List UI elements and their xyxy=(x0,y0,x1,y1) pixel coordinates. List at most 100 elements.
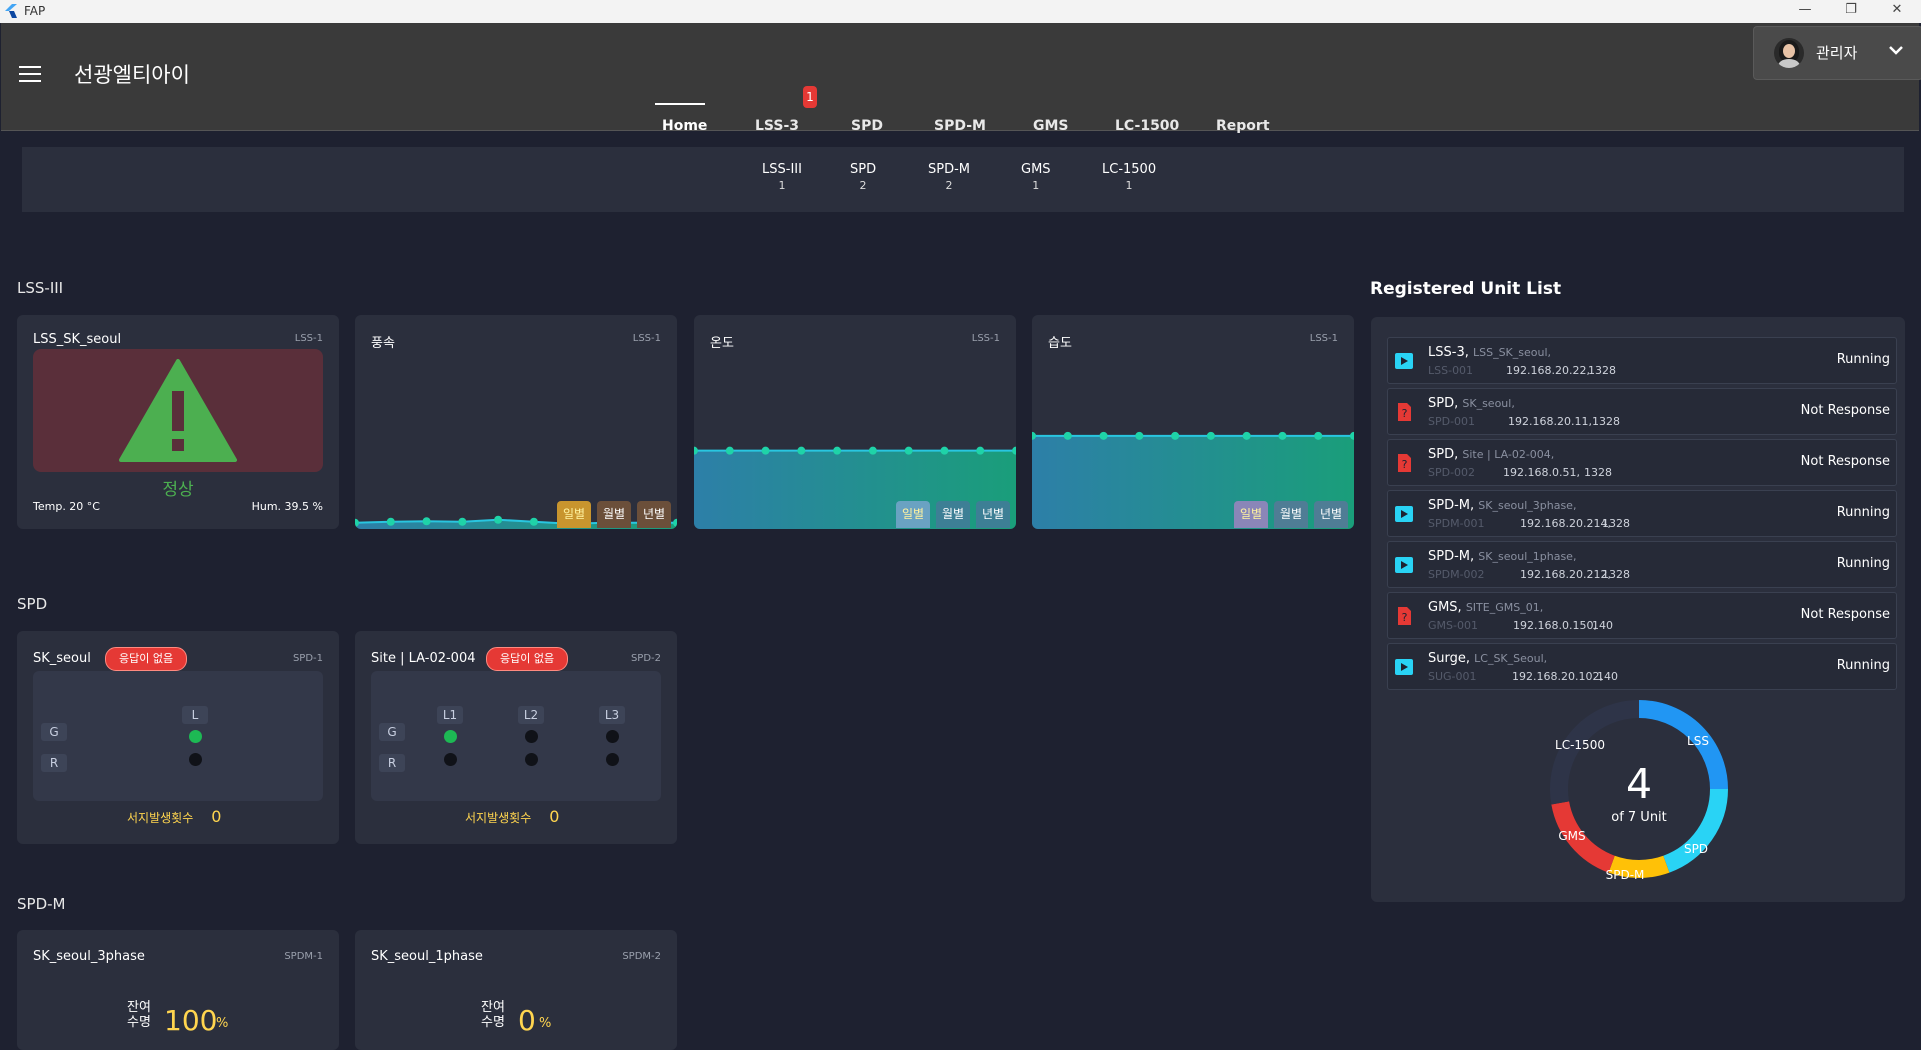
chevron-down-icon[interactable] xyxy=(1885,39,1907,61)
unit-ip: 192.168.20.11, xyxy=(1508,415,1592,428)
chart-point xyxy=(1063,431,1072,440)
chart-point xyxy=(1206,431,1215,440)
remaining-life-label: 잔여 수명 xyxy=(127,1000,151,1030)
spd-card-1[interactable]: SK_seoul 응답이 없음 SPD-1 G R L 서지발생횟수 0 xyxy=(17,631,339,844)
unit-port: 1328 xyxy=(1592,415,1620,428)
phase-l1-ground-indicator xyxy=(444,730,457,743)
resistance-label: R xyxy=(379,754,405,772)
chart-point xyxy=(1099,431,1108,440)
table-row[interactable]: ? GMS, SITE_GMS_01, GMS-001 192.168.0.150, 1… xyxy=(1387,592,1897,639)
tab-lc1500[interactable]: LC-1500 xyxy=(1115,118,1179,134)
section-title-spdm: SPD-M xyxy=(17,895,66,913)
monthly-button[interactable]: 월별 xyxy=(597,501,631,528)
monthly-button[interactable]: 월별 xyxy=(1274,501,1308,528)
tab-spdm[interactable]: SPD-M xyxy=(934,118,986,134)
unit-name: GMS, SITE_GMS_01, xyxy=(1428,600,1544,615)
close-icon[interactable]: ✕ xyxy=(1882,2,1912,17)
chart-point xyxy=(386,517,395,526)
unit-port: 140 xyxy=(1597,670,1618,683)
monthly-button[interactable]: 월별 xyxy=(936,501,970,528)
table-row[interactable]: SPD-M, SK_seoul_3phase, SPDM-001 192.168.2… xyxy=(1387,490,1897,537)
daily-button[interactable]: 일별 xyxy=(896,501,930,528)
period-toggle: 일별 월별 년별 xyxy=(1234,501,1348,529)
unit-code: SPDM-001 xyxy=(1428,517,1485,530)
summary-lss3: LSS-III 1 xyxy=(762,162,802,192)
spdm-card-1[interactable]: SK_seoul_3phase SPDM-1 잔여 수명 100 % xyxy=(17,930,339,1050)
chart-point xyxy=(797,446,806,455)
play-icon xyxy=(1395,557,1413,573)
table-row[interactable]: Surge, LC_SK_Seoul, SUG-001 192.168.20.102… xyxy=(1387,643,1897,690)
tab-report[interactable]: Report xyxy=(1216,118,1270,134)
remaining-life-label: 잔여 수명 xyxy=(481,1000,505,1030)
avatar xyxy=(1774,38,1804,68)
table-row[interactable]: SPD-M, SK_seoul_1phase, SPDM-002 192.168.2… xyxy=(1387,541,1897,588)
unit-name: SPD, Site | LA-02-004, xyxy=(1428,447,1555,462)
unit-code: SUG-001 xyxy=(1428,670,1477,683)
period-toggle: 일별 월별 년별 xyxy=(557,501,671,529)
minimize-icon[interactable]: — xyxy=(1790,2,1820,17)
tab-gms[interactable]: GMS xyxy=(1033,118,1069,134)
table-row[interactable]: ? SPD, Site | LA-02-004, SPD-002 192.168.0.… xyxy=(1387,439,1897,486)
section-title-lss: LSS-III xyxy=(17,279,64,297)
wind-speed-plot xyxy=(355,515,677,529)
daily-button[interactable]: 일별 xyxy=(1234,501,1268,528)
spdm-card-2[interactable]: SK_seoul_1phase SPDM-2 잔여 수명 0 % xyxy=(355,930,677,1050)
chart-point xyxy=(868,446,877,455)
tab-spd[interactable]: SPD xyxy=(851,118,883,134)
menu-icon[interactable] xyxy=(19,66,41,82)
device-summary: LSS-III 1 SPD 2 SPD-M 2 GMS 1 LC-1500 1 xyxy=(22,147,1904,212)
donut-label-lss: LSS xyxy=(1687,734,1709,748)
window-title: FAP xyxy=(24,4,46,18)
yearly-button[interactable]: 년별 xyxy=(1314,501,1348,528)
phase-l3-resistance-indicator xyxy=(606,753,619,766)
chart-point xyxy=(494,515,503,524)
chart-title: 습도 xyxy=(1048,336,1072,351)
play-icon xyxy=(1395,506,1413,522)
lss-status-card[interactable]: LSS_SK_seoul LSS-1 정상 Temp. 20 °C Hum. 3… xyxy=(17,315,339,529)
yearly-button[interactable]: 년별 xyxy=(976,501,1010,528)
tab-lss3[interactable]: LSS-3 xyxy=(755,118,799,134)
summary-spdm: SPD-M 2 xyxy=(928,162,971,192)
unit-port: 1328 xyxy=(1602,517,1630,530)
chart-point xyxy=(1314,431,1323,440)
ground-label: G xyxy=(379,723,405,741)
unit-donut-chart: 4 of 7 Unit LSS SPD SPD-M GMS LC-1500 xyxy=(1550,700,1728,882)
spd-device-tag: SPD-1 xyxy=(292,653,323,664)
chart-point xyxy=(458,517,467,526)
user-menu[interactable]: 관리자 xyxy=(1753,26,1921,80)
chart-tag: LSS-1 xyxy=(1309,333,1338,344)
unit-status: Not Response xyxy=(1800,403,1890,418)
svg-text:?: ? xyxy=(1402,458,1408,471)
spdm-device-tag: SPDM-1 xyxy=(284,951,323,962)
phase-l3-label: L3 xyxy=(599,706,625,724)
table-row[interactable]: ? SPD, SK_seoul, SPD-001 192.168.20.11, 1328… xyxy=(1387,388,1897,435)
donut-label-spd: SPD xyxy=(1684,842,1708,856)
unit-status: Running xyxy=(1836,658,1890,673)
chart-point xyxy=(940,446,949,455)
donut-center-label: of 7 Unit xyxy=(1611,810,1667,825)
resistance-label: R xyxy=(41,754,67,772)
phase-l2-label: L2 xyxy=(518,706,544,724)
unit-code: GMS-001 xyxy=(1428,619,1478,632)
donut-label-lc1500: LC-1500 xyxy=(1555,738,1605,752)
lss3-alert-badge: 1 xyxy=(803,86,817,108)
svg-text:?: ? xyxy=(1402,611,1408,624)
unit-ip: 192.168.0.150, xyxy=(1513,619,1597,632)
remaining-life-value: 100 xyxy=(164,1004,218,1037)
daily-button[interactable]: 일별 xyxy=(557,501,591,528)
chart-point xyxy=(904,446,913,455)
spd-card-2[interactable]: Site | LA-02-004 응답이 없음 SPD-2 G R L1 L2 … xyxy=(355,631,677,844)
restore-icon[interactable]: ❐ xyxy=(1836,2,1866,17)
tab-home[interactable]: Home xyxy=(662,118,707,134)
spd-device-name: SK_seoul xyxy=(33,651,91,666)
yearly-button[interactable]: 년별 xyxy=(637,501,671,528)
unit-name: SPD, SK_seoul, xyxy=(1428,396,1515,411)
surge-count: 서지발생횟수 0 xyxy=(465,807,560,826)
phase-l1-resistance-indicator xyxy=(444,753,457,766)
humidity-chart: 습도 LSS-1 일별 월별 년별 xyxy=(1032,315,1354,529)
table-row[interactable]: LSS-3, LSS_SK_seoul, LSS-001 192.168.20.22… xyxy=(1387,337,1897,384)
unit-port: 1328 xyxy=(1584,466,1612,479)
period-toggle: 일별 월별 년별 xyxy=(896,501,1010,529)
lss-device-name: LSS_SK_seoul xyxy=(33,332,122,347)
lss-device-tag: LSS-1 xyxy=(294,333,323,344)
